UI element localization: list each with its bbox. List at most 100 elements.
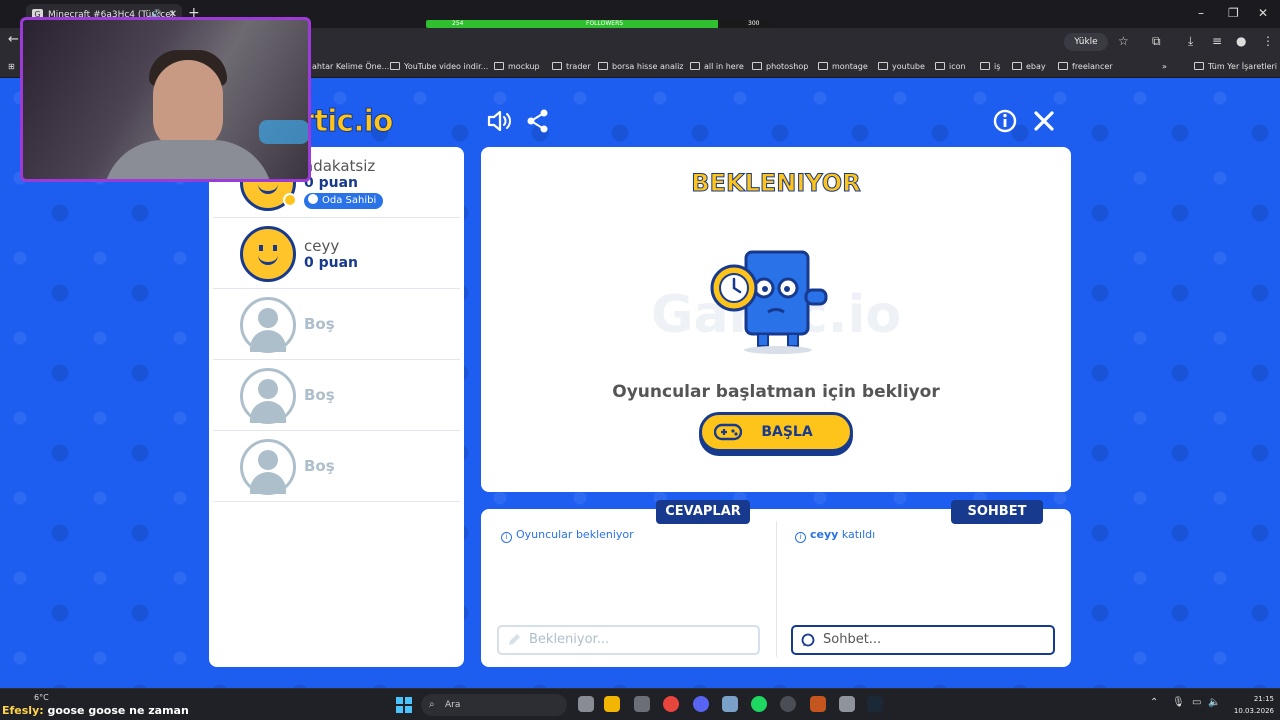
app-icon[interactable] [722, 696, 738, 712]
stream-chat-line: Efesly: goose goose ne zaman [2, 704, 189, 717]
tab-chat[interactable]: SOHBET [951, 500, 1043, 524]
info-small-icon: i [795, 532, 806, 543]
folder-icon [494, 62, 504, 70]
menu-icon[interactable]: ⋮ [1262, 34, 1274, 48]
panel-divider [776, 521, 777, 657]
webcam-overlay [20, 17, 311, 182]
tab-answers[interactable]: CEVAPLAR [656, 500, 750, 524]
obs-icon[interactable] [780, 696, 796, 712]
answer-input[interactable]: Bekleniyor... [497, 625, 760, 655]
apps-icon[interactable]: ⊞ [8, 56, 15, 78]
bookmark-item[interactable]: YouTube video indir... [390, 56, 488, 78]
microphone-icon[interactable]: 🎙 [1172, 697, 1185, 708]
player-name: adakatsiz [304, 157, 376, 175]
waiting-panel: BEKLENIYOR Gartic.io Oyuncular başlatman… [481, 147, 1071, 492]
star-icon[interactable]: ☆ [1118, 34, 1129, 48]
info-icon[interactable] [992, 108, 1018, 134]
spotify-icon[interactable] [751, 696, 767, 712]
empty-avatar-icon [240, 297, 296, 353]
player-row-empty: Boş [213, 360, 460, 431]
answers-status: i Oyuncular bekleniyor [501, 528, 634, 543]
discord-icon[interactable] [693, 696, 709, 712]
bookmark-folder[interactable]: photoshop [752, 56, 808, 78]
avatar [240, 226, 296, 282]
bookmark-item[interactable]: ahtar Kelime Öne... [312, 56, 389, 78]
followers-goal-bar: 254 FOLLOWERS 300 [426, 20, 770, 28]
chat-bubble-icon [801, 633, 815, 647]
bookmark-folder[interactable]: freelancer [1058, 56, 1113, 78]
player-row-empty: Boş [213, 289, 460, 360]
room-owner-badge: Oda Sahibi [304, 193, 384, 209]
pencil-icon [509, 634, 520, 645]
extensions-icon[interactable]: ⧉ [1152, 34, 1161, 49]
waiting-message: Oyuncular başlatman için bekliyor [612, 382, 940, 402]
profile-icon[interactable]: ● [1236, 34, 1246, 48]
gamepad-icon [714, 423, 742, 441]
followers-goal: 300 [748, 20, 760, 27]
minimize-icon[interactable]: – [1198, 6, 1204, 20]
bookmark-folder[interactable]: youtube [878, 56, 925, 78]
taskbar-search[interactable]: ⌕ Ara [421, 694, 567, 716]
waiting-mascot-illustration: Gartic.io [651, 250, 901, 354]
start-menu-icon[interactable] [396, 697, 412, 713]
chat-username: Efesly: [2, 704, 44, 717]
start-button-label: BAŞLA [761, 424, 813, 440]
bookmark-folder[interactable]: mockup [494, 56, 540, 78]
folder-icon [980, 62, 990, 70]
folder-icon [752, 62, 762, 70]
bookmark-folder[interactable]: montage [818, 56, 868, 78]
maximize-icon[interactable]: ❐ [1228, 6, 1239, 20]
chat-message: goose goose ne zaman [47, 704, 189, 717]
all-bookmarks[interactable]: Tüm Yer İşaretleri [1194, 56, 1277, 78]
download-icon[interactable]: ⤓ [1188, 34, 1193, 49]
display-icon[interactable]: ▭ [1192, 697, 1201, 708]
steam-icon[interactable] [867, 696, 883, 712]
empty-slot-label: Boş [304, 315, 335, 333]
chrome-icon[interactable] [663, 696, 679, 712]
search-icon: ⌕ [429, 699, 435, 710]
folder-icon [1194, 62, 1204, 70]
clock[interactable]: 21:15 10.03.2026 [1224, 693, 1274, 717]
folder-icon [818, 62, 828, 70]
followers-current: 254 [452, 20, 464, 27]
player-row: ceyy 0 puan [213, 218, 460, 289]
bookmark-folder[interactable]: icon [935, 56, 966, 78]
folder-icon [690, 62, 700, 70]
audio-app-icon[interactable] [810, 696, 826, 712]
waiting-title: BEKLENIYOR [691, 169, 861, 198]
folder-icon [552, 62, 562, 70]
bookmarks-overflow-icon[interactable]: » [1162, 56, 1167, 78]
player-score: 0 puan [304, 255, 359, 271]
chat-join-message: i ceyy katıldı [795, 528, 875, 543]
bookmark-folder[interactable]: all in here [690, 56, 744, 78]
info-small-icon: i [501, 532, 512, 543]
player-name: ceyy [304, 237, 340, 255]
bookmark-folder[interactable]: trader [552, 56, 591, 78]
player-row-empty: Boş [213, 431, 460, 502]
settings-icon[interactable] [839, 696, 855, 712]
sound-icon[interactable] [486, 108, 512, 134]
bookmark-folder[interactable]: borsa hisse analiz [598, 56, 684, 78]
folder-icon [598, 62, 608, 70]
share-icon[interactable] [525, 108, 551, 134]
player-score: 0 puan [304, 175, 359, 191]
close-icon[interactable] [1031, 108, 1057, 134]
chat-input[interactable]: Sohbet... [791, 625, 1055, 655]
weather-widget[interactable]: 6°C [34, 693, 49, 702]
tray-expand-icon[interactable]: ⌃ [1150, 697, 1158, 708]
bookmark-youtube-icon [390, 62, 400, 70]
start-button[interactable]: BAŞLA [699, 412, 853, 452]
bookmark-folder[interactable]: ebay [1012, 56, 1046, 78]
folder-icon [935, 62, 945, 70]
file-explorer-icon[interactable] [604, 696, 620, 712]
bookmark-folder[interactable]: iş [980, 56, 1000, 78]
volume-icon[interactable]: 🔈 [1208, 697, 1220, 708]
store-icon[interactable] [634, 696, 650, 712]
empty-avatar-icon [240, 439, 296, 495]
task-view-icon[interactable] [578, 696, 594, 712]
window-close-icon[interactable]: ✕ [1258, 6, 1268, 20]
host-indicator-icon [283, 193, 297, 207]
install-button[interactable]: Yükle [1064, 33, 1108, 51]
back-icon[interactable]: ← [8, 32, 19, 47]
media-icon[interactable]: ≡ [1212, 34, 1222, 48]
